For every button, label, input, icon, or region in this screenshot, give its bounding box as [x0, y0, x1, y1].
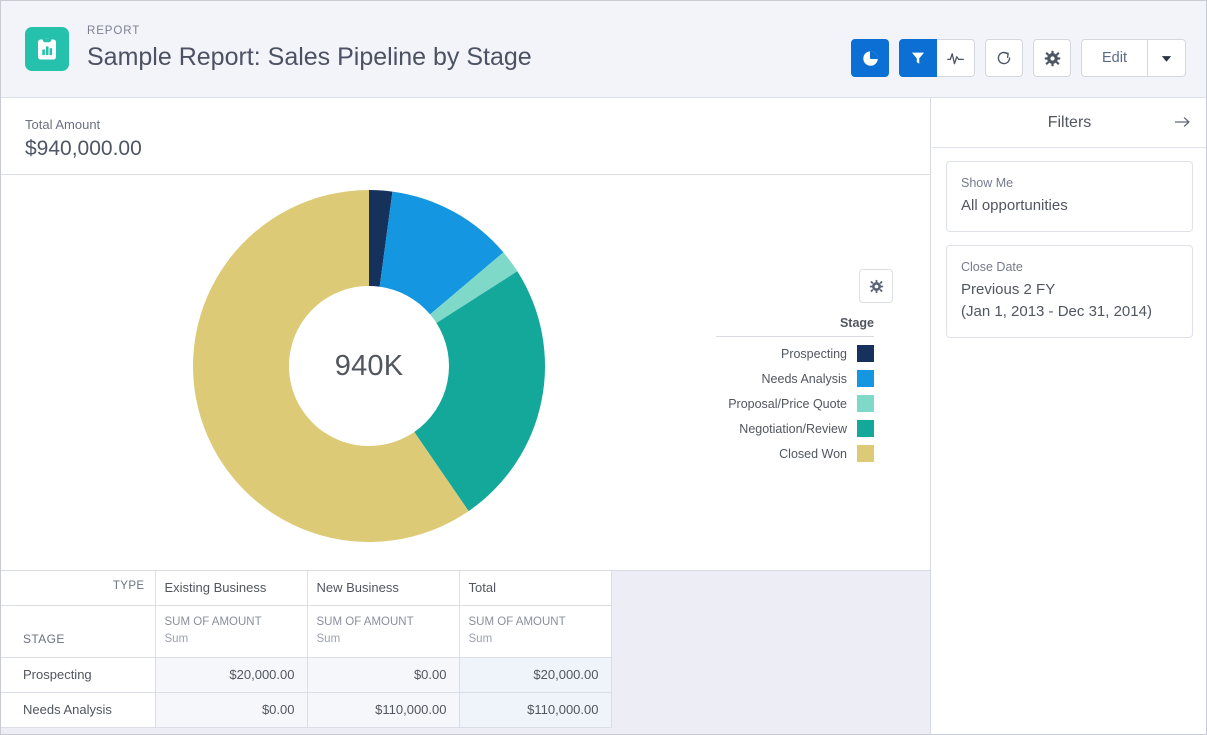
- filter-card[interactable]: Close Date Previous 2 FY (Jan 1, 2013 - De…: [946, 245, 1193, 338]
- filter-pulse-group: [899, 39, 975, 77]
- total-amount-summary: Total Amount $940,000.00: [1, 98, 930, 175]
- table-cell-value[interactable]: $0.00: [155, 692, 308, 728]
- funnel-filter-button[interactable]: [899, 39, 937, 77]
- chart-legend: Stage Prospecting Needs Analysis Proposal/…: [716, 316, 874, 466]
- legend-color-swatch: [857, 345, 874, 362]
- donut-chart[interactable]: 940K: [193, 190, 545, 542]
- arrow-right-icon[interactable]: [1174, 115, 1191, 129]
- settings-gear-button[interactable]: [1033, 39, 1071, 77]
- filter-card-value: All opportunities: [961, 197, 1068, 214]
- legend-item[interactable]: Negotiation/Review: [716, 416, 874, 441]
- filter-card-value: Previous 2 FY (Jan 1, 2013 - Dec 31, 2014…: [961, 281, 1152, 320]
- filters-panel: Filters Show Me All opportunities Close Da…: [932, 98, 1206, 734]
- table-measure-cell: SUM OF AMOUNT Sum: [307, 605, 460, 658]
- page-header: REPORT Sample Report: Sales Pipeline by …: [1, 1, 1206, 98]
- table-measure-cell: SUM OF AMOUNT Sum: [459, 605, 612, 658]
- filters-title: Filters: [1047, 113, 1092, 131]
- filters-header: Filters: [932, 98, 1206, 148]
- legend-divider: [716, 336, 874, 337]
- legend-item-label: Negotiation/Review: [739, 421, 847, 436]
- table-corner-stage-label: STAGE: [1, 605, 156, 658]
- report-table-zone: TYPE Existing Business New Business Tota…: [1, 570, 930, 734]
- edit-button-group: Edit: [1081, 39, 1186, 77]
- legend-item[interactable]: Proposal/Price Quote: [716, 391, 874, 416]
- table-column-header[interactable]: Existing Business: [155, 571, 308, 606]
- table-corner-type-label: TYPE: [1, 571, 156, 606]
- legend-title: Stage: [839, 316, 874, 330]
- table-cell-value[interactable]: $20,000.00: [155, 657, 308, 693]
- filter-card-name: Show Me: [961, 176, 1014, 190]
- donut-chart-svg[interactable]: [193, 190, 545, 542]
- table-row-stage-label: Needs Analysis: [1, 692, 156, 728]
- legend-color-swatch: [857, 445, 874, 462]
- table-header-row: TYPE Existing Business New Business Tota…: [1, 571, 612, 606]
- report-canvas: Total Amount $940,000.00 940K Stage Pros…: [1, 98, 931, 734]
- filter-card[interactable]: Show Me All opportunities: [946, 161, 1193, 232]
- refresh-button[interactable]: [985, 39, 1023, 77]
- legend-color-swatch: [857, 370, 874, 387]
- legend-item-label: Needs Analysis: [761, 371, 847, 386]
- table-body: STAGE SUM OF AMOUNT Sum SUM OF AMOUNT Sum SUM…: [1, 605, 612, 728]
- chart-toggle-button[interactable]: [851, 39, 889, 77]
- table-row[interactable]: Prospecting $20,000.00 $0.00 $20,000.00: [1, 657, 612, 693]
- legend-item-label: Closed Won: [779, 446, 847, 461]
- page-title: Sample Report: Sales Pipeline by Stage: [87, 43, 532, 71]
- edit-dropdown-button[interactable]: [1148, 39, 1186, 77]
- header-actions: Edit: [851, 39, 1186, 77]
- legend-item[interactable]: Needs Analysis: [716, 366, 874, 391]
- legend-color-swatch: [857, 420, 874, 437]
- chart-settings-gear-icon[interactable]: [859, 269, 893, 303]
- total-amount-label: Total Amount: [25, 117, 101, 132]
- chart-region: 940K Stage Prospecting Needs Analysis Prop…: [1, 175, 930, 570]
- report-table: TYPE Existing Business New Business Tota…: [1, 571, 612, 728]
- header-titles: REPORT Sample Report: Sales Pipeline by …: [87, 24, 532, 74]
- filter-card-name: Close Date: [961, 260, 1023, 274]
- breadcrumb-eyebrow: REPORT: [87, 25, 141, 37]
- edit-button[interactable]: Edit: [1081, 39, 1148, 77]
- table-measure-cell: SUM OF AMOUNT Sum: [155, 605, 308, 658]
- report-clipboard-icon: [25, 27, 69, 71]
- table-measure-row: STAGE SUM OF AMOUNT Sum SUM OF AMOUNT Sum SUM…: [1, 605, 612, 658]
- legend-color-swatch: [857, 395, 874, 412]
- table-cell-value[interactable]: $110,000.00: [459, 692, 612, 728]
- table-cell-value[interactable]: $0.00: [307, 657, 460, 693]
- report-page: REPORT Sample Report: Sales Pipeline by …: [0, 0, 1207, 735]
- table-row[interactable]: Needs Analysis $0.00 $110,000.00 $110,000.0…: [1, 692, 612, 728]
- legend-item-label: Prospecting: [780, 346, 847, 361]
- filter-card-list: Show Me All opportunities Close Date Previo…: [932, 161, 1206, 338]
- table-column-header[interactable]: Total: [459, 571, 612, 606]
- pulse-icon-button[interactable]: [937, 39, 975, 77]
- table-column-header[interactable]: New Business: [307, 571, 460, 606]
- legend-item[interactable]: Prospecting: [716, 341, 874, 366]
- legend-item-label: Proposal/Price Quote: [728, 396, 847, 411]
- legend-item[interactable]: Closed Won: [716, 441, 874, 466]
- table-cell-value[interactable]: $110,000.00: [307, 692, 460, 728]
- total-amount-value: $940,000.00: [25, 137, 142, 160]
- legend-rows: Prospecting Needs Analysis Proposal/Price …: [716, 341, 874, 466]
- table-row-stage-label: Prospecting: [1, 657, 156, 693]
- table-cell-value[interactable]: $20,000.00: [459, 657, 612, 693]
